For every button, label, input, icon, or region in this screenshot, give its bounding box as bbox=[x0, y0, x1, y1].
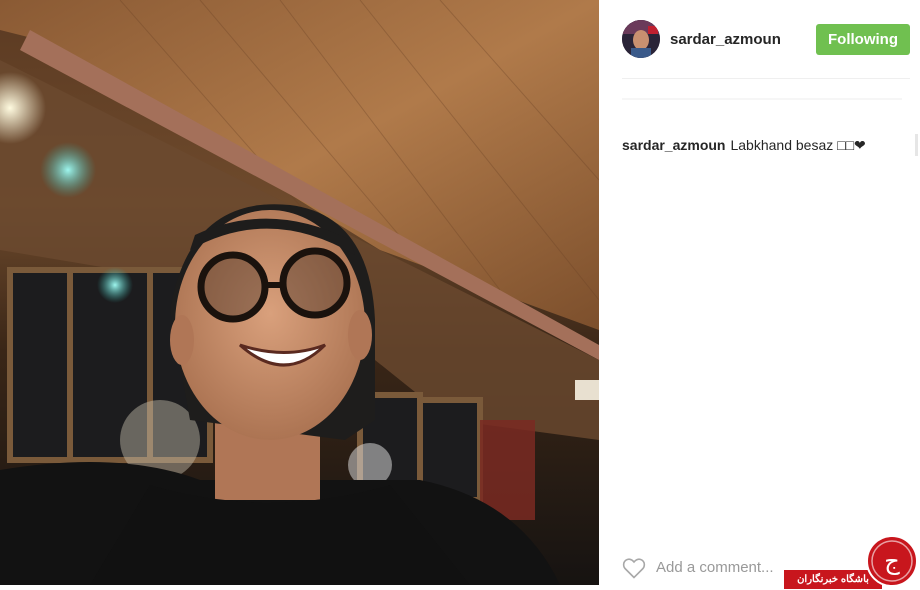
avatar[interactable] bbox=[622, 20, 660, 58]
post-sidebar: sardar_azmoun Following sardar_azmoun Lab… bbox=[599, 0, 920, 585]
selfie-photo bbox=[0, 0, 599, 585]
caption-text: Labkhand besaz □□❤ bbox=[730, 137, 866, 153]
post-header: sardar_azmoun Following bbox=[599, 0, 920, 78]
heart-outline-icon[interactable] bbox=[622, 557, 646, 579]
post-photo bbox=[0, 0, 599, 585]
header-divider bbox=[622, 78, 910, 79]
faint-divider bbox=[622, 98, 902, 100]
header-username[interactable]: sardar_azmoun bbox=[670, 31, 781, 48]
caption: sardar_azmoun Labkhand besaz □□❤ bbox=[622, 137, 866, 154]
scroll-indicator bbox=[915, 134, 918, 156]
watermark-logo: ج bbox=[866, 535, 918, 587]
watermark-logo-text: ج bbox=[884, 547, 900, 575]
following-button[interactable]: Following bbox=[816, 24, 910, 55]
caption-username[interactable]: sardar_azmoun bbox=[622, 137, 725, 153]
